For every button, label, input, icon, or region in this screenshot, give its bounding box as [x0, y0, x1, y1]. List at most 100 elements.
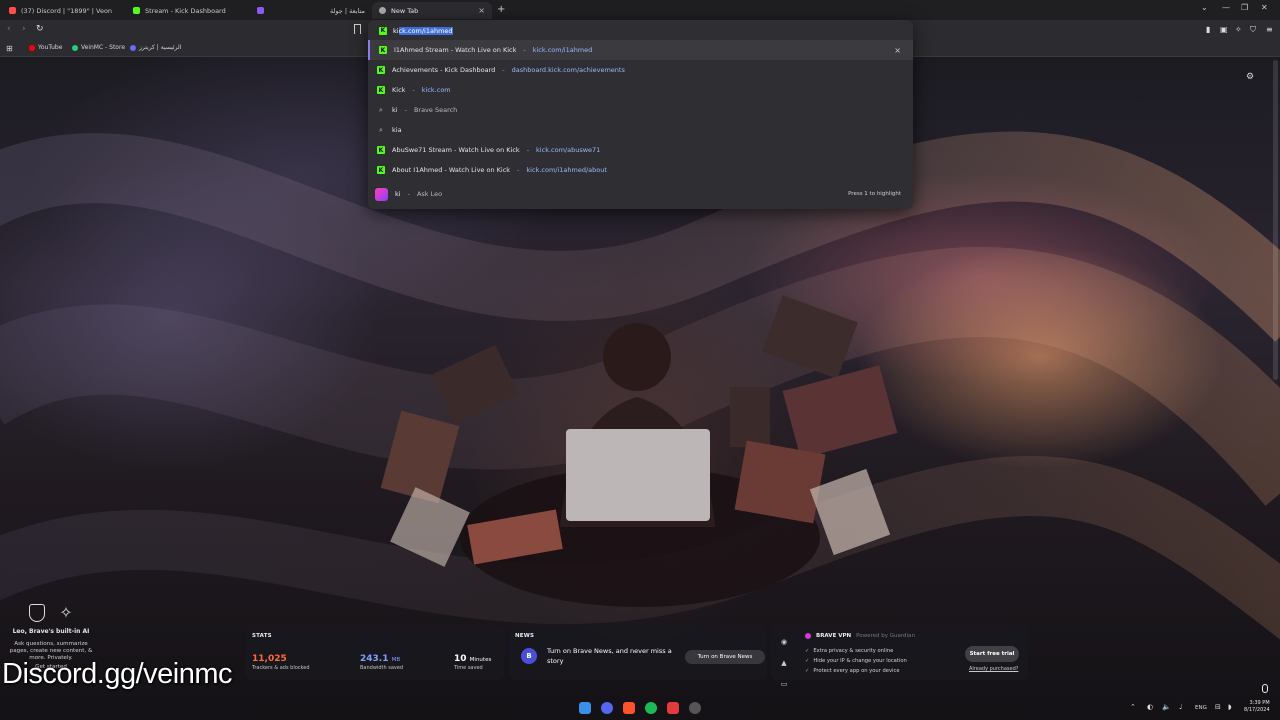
tab-kick-dashboard[interactable]: Stream - Kick Dashboard	[126, 2, 250, 19]
volume-icon[interactable]: 🔈	[1162, 703, 1171, 711]
vpn-features: ✓ Extra privacy & security online ✓ Hide y…	[805, 646, 907, 676]
stat-value: 243.1	[360, 654, 389, 664]
start-free-trial-button[interactable]: Start free trial	[965, 646, 1019, 662]
already-purchased-link[interactable]: Already purchased?	[969, 666, 1018, 672]
kick-icon: K	[377, 146, 385, 154]
brave-taskbar-icon[interactable]	[623, 702, 635, 714]
bookmark-youtube[interactable]: YouTube	[29, 44, 62, 51]
suggestion-title: Kick	[392, 86, 406, 94]
stats-widget: STATS 11,025 Trackers & ads blocked 243.…	[246, 626, 504, 680]
check-icon: ✓	[805, 658, 810, 664]
sidebar-icon[interactable]: ▮	[1206, 25, 1210, 34]
turn-on-brave-news-button[interactable]: Turn on Brave News	[685, 650, 765, 664]
obs-taskbar-icon[interactable]	[689, 702, 701, 714]
taskbar: ⌃ ◐ 🔈 ♩ ENG ⊟ ◗ 3:39 PM 8/17/2024	[0, 696, 1280, 720]
suggestion-item[interactable]: K AbuSwe71 Stream - Watch Live on Kick -…	[368, 140, 913, 160]
tab-search-chevron-icon[interactable]: ⌄	[1201, 3, 1208, 12]
new-tab-plus-icon[interactable]: +	[497, 4, 505, 15]
suggestion-item[interactable]: K Kick - kick.com	[368, 80, 913, 100]
suggestion-item[interactable]: K I1Ahmed Stream - Watch Live on Kick - …	[368, 40, 913, 60]
spotify-taskbar-icon[interactable]	[645, 702, 657, 714]
windows-start-icon[interactable]	[579, 702, 591, 714]
minimize-icon[interactable]: —	[1222, 3, 1230, 12]
autocomplete-selection: ck.com/i1ahmed	[398, 26, 453, 35]
tab-arabic[interactable]: متابعة | جولة	[330, 2, 372, 19]
vpn-feature: Extra privacy & security online	[813, 648, 894, 654]
leo-toolbar-icon[interactable]: ✧	[1235, 25, 1242, 34]
suggestion-item[interactable]: ⌕ kia	[368, 120, 913, 140]
stat-unit: Minutes	[469, 657, 492, 663]
speaker-icon[interactable]: ◗	[1228, 703, 1232, 711]
vpn-logo-icon	[805, 633, 811, 639]
wallet-tab-icon[interactable]: ▭	[779, 674, 789, 695]
search-icon: ⌕	[379, 126, 383, 134]
reload-icon[interactable]: ↻	[36, 24, 44, 34]
omnibox-dropdown: K kick.com/i1ahmed K I1Ahmed Stream - Wa…	[368, 20, 913, 209]
close-tab-icon[interactable]: ×	[478, 6, 485, 15]
kick-icon: K	[377, 66, 385, 74]
scrollbar[interactable]	[1273, 60, 1278, 380]
leo-promo-heading: Leo, Brave's built-in AI	[12, 628, 90, 635]
remove-suggestion-icon[interactable]: ×	[894, 46, 901, 55]
stat-label: Trackers & ads blocked	[252, 665, 310, 671]
tab-discord[interactable]: (37) Discord | "1899" | Veon	[2, 2, 126, 19]
new-tab-favicon-icon	[379, 7, 386, 14]
suggestion-item[interactable]: K Achievements - Kick Dashboard - dashbo…	[368, 60, 913, 80]
bookmark-icon[interactable]	[354, 24, 361, 34]
kick-favicon-icon	[133, 7, 140, 14]
menu-icon[interactable]: ≡	[1266, 25, 1273, 34]
tab-purple[interactable]	[250, 2, 330, 19]
tab-new-tab[interactable]: New Tab ×	[372, 2, 492, 19]
vpn-tab-icon[interactable]: ◉	[779, 632, 789, 653]
network-icon[interactable]: ⊟	[1215, 703, 1221, 711]
bookmark-label: YouTube	[38, 44, 63, 51]
tray-app-icon[interactable]: ◐	[1147, 703, 1153, 711]
microphone-icon[interactable]	[1262, 684, 1268, 693]
stat-value: 10	[454, 654, 467, 664]
language-indicator[interactable]: ENG	[1195, 705, 1207, 711]
stats-title: STATS	[252, 633, 272, 639]
bookmark-label: الرئيسية | كريترز	[139, 44, 182, 51]
forward-icon[interactable]: ›	[22, 24, 26, 34]
mic-tray-icon[interactable]: ♩	[1179, 703, 1182, 711]
wallet-icon[interactable]: ▣	[1220, 25, 1228, 34]
back-icon[interactable]: ‹	[7, 24, 11, 34]
suggestion-url: kick.com/i1ahmed/about	[526, 166, 607, 174]
customize-gear-icon[interactable]: ⚙	[1246, 72, 1254, 82]
discord-favicon-icon	[9, 7, 16, 14]
tray-chevron-icon[interactable]: ⌃	[1130, 703, 1136, 711]
discord-taskbar-icon[interactable]	[601, 702, 613, 714]
close-window-icon[interactable]: ✕	[1261, 3, 1268, 12]
suggestion-item[interactable]: K About I1Ahmed - Watch Live on Kick - k…	[368, 160, 913, 180]
suggestion-item[interactable]: ⌕ ki - Brave Search	[368, 100, 913, 120]
vpn-feature: Protect every app on your device	[813, 668, 900, 674]
clock-date: 8/17/2024	[1244, 707, 1270, 713]
veinmc-icon	[72, 44, 78, 51]
check-icon: ✓	[805, 668, 810, 674]
typed-text: ki	[393, 26, 399, 35]
search-icon: ⌕	[379, 106, 383, 114]
app-taskbar-icon[interactable]	[667, 702, 679, 714]
purple-favicon-icon	[257, 7, 264, 14]
suggestion-title: AbuSwe71 Stream - Watch Live on Kick	[392, 146, 520, 154]
suggestion-url: kick.com/abuswe71	[536, 146, 601, 154]
stat-label: Time saved	[454, 665, 483, 671]
suggestion-title: ki	[395, 190, 401, 198]
vpn-title: BRAVE VPN	[816, 633, 852, 639]
bookmark-label: VeinMC - Store	[81, 44, 126, 51]
tab-strip: (37) Discord | "1899" | Veon Stream - Ki…	[0, 0, 1280, 20]
system-clock[interactable]: 3:39 PM 8/17/2024	[1244, 700, 1270, 714]
address-bar-input[interactable]: K kick.com/i1ahmed	[374, 23, 907, 38]
warning-tab-icon[interactable]: ▲	[779, 653, 789, 674]
youtube-icon	[29, 44, 35, 51]
suggestion-title: ki	[392, 106, 398, 114]
maximize-icon[interactable]: ❐	[1241, 3, 1248, 12]
ask-leo-suggestion[interactable]: ki - Ask Leo Press 1 to highlight	[368, 184, 913, 204]
vpn-powered-by: Powered by Guardian	[856, 633, 915, 639]
vpn-widget: ◉ ▲ ▭ BRAVE VPN Powered by Guardian ✓ Ext…	[771, 626, 1028, 688]
bookmark-veinmc-store[interactable]: VeinMC - Store	[72, 44, 125, 51]
apps-grid-icon[interactable]: ⊞	[6, 44, 13, 53]
tab-title: New Tab	[391, 6, 419, 15]
brave-shields-icon[interactable]: ⛉	[1250, 25, 1256, 35]
bookmark-arabic[interactable]: الرئيسية | كريترز	[130, 44, 181, 51]
